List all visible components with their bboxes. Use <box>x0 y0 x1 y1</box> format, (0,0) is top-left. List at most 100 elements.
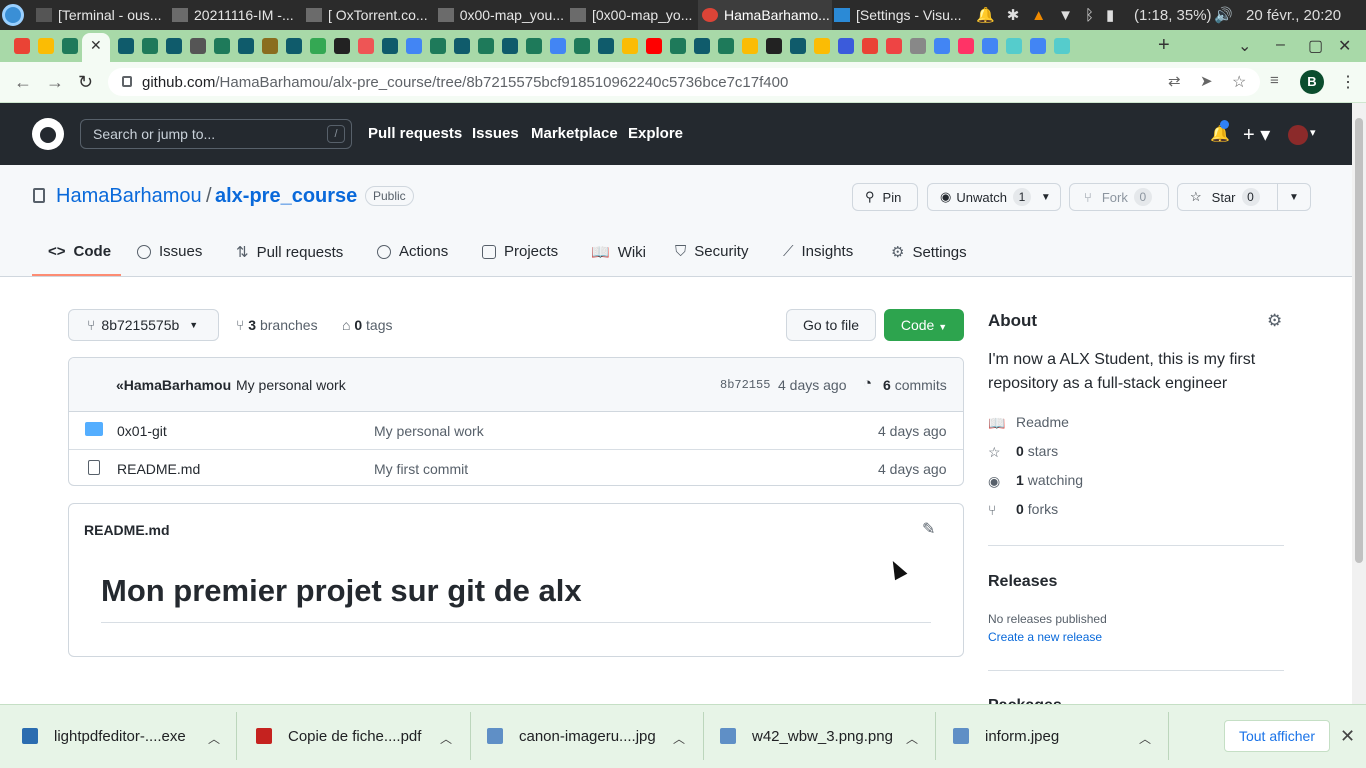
star-button[interactable]: ☆ Star 0 <box>1177 183 1278 211</box>
create-new-plus-icon[interactable]: + ▾ <box>1243 122 1270 147</box>
tab-favicon-slack-icon[interactable] <box>358 38 374 54</box>
chevron-up-icon[interactable]: ︿ <box>440 730 452 747</box>
github-logo-icon[interactable] <box>32 118 64 150</box>
forward-button[interactable]: → <box>46 72 64 93</box>
commit-author[interactable]: «HamaBarhamou <box>116 377 231 393</box>
tab-favicon-chrome-icon[interactable] <box>886 38 902 54</box>
repo-name-link[interactable]: alx-pre_course <box>215 185 357 208</box>
tab-favicon-alx-icon[interactable] <box>718 38 734 54</box>
tab-wiki[interactable]: 📖 Wiki <box>591 243 646 262</box>
file-name-link[interactable]: README.md <box>117 461 200 477</box>
download-item[interactable]: Copie de fiche....pdf ︿ <box>256 704 466 768</box>
readme-filename[interactable]: README.md <box>84 522 170 538</box>
tab-favicon-alx-icon[interactable] <box>430 38 446 54</box>
tab-favicon-google-icon[interactable] <box>862 38 878 54</box>
nav-explore[interactable]: Explore <box>628 125 683 142</box>
pin-button[interactable]: ⚲ Pin <box>852 183 918 211</box>
clock[interactable]: 20 févr., 20:20 <box>1246 0 1341 30</box>
tab-favicon-alx-icon[interactable] <box>526 38 542 54</box>
more-menu-icon[interactable]: ⋮ <box>1340 72 1356 92</box>
readme-link[interactable]: 📖 Readme <box>988 414 1069 431</box>
file-row[interactable]: 0x01-git My personal work 4 days ago <box>69 412 963 449</box>
branches-link[interactable]: ⑂ 3 branches <box>236 317 318 333</box>
file-commit-message[interactable]: My first commit <box>374 461 468 477</box>
tab-favicon-youtube-icon[interactable] <box>646 38 662 54</box>
tab-favicon-alx-icon[interactable] <box>118 38 134 54</box>
tab-favicon-whatsapp-icon[interactable] <box>310 38 326 54</box>
commits-link[interactable]: 6 commits <box>883 377 947 393</box>
tab-favicon-alx-icon[interactable] <box>574 38 590 54</box>
file-commit-message[interactable]: My personal work <box>374 423 484 439</box>
tab-favicon-cloud-icon[interactable] <box>1006 38 1022 54</box>
tab-favicon-alx-icon[interactable] <box>454 38 470 54</box>
tab-settings[interactable]: ⚙ Settings <box>891 243 967 262</box>
tab-favicon-alx-icon[interactable] <box>502 38 518 54</box>
download-item[interactable]: canon-imageru....jpg ︿ <box>487 704 697 768</box>
tab-favicon-drive-icon[interactable] <box>38 38 54 54</box>
address-bar[interactable]: github.com/HamaBarhamou/alx-pre_course/t… <box>108 68 1260 96</box>
os-window-tab-terminal[interactable]: [Terminal - ous... <box>36 0 166 30</box>
slack-icon[interactable]: ✱ <box>1007 6 1020 24</box>
tab-code[interactable]: <> Code <box>48 243 111 260</box>
nav-issues[interactable]: Issues <box>472 125 519 142</box>
tab-actions[interactable]: Actions <box>377 243 448 260</box>
os-window-tab-chrome[interactable]: HamaBarhamo... <box>698 0 832 30</box>
tab-favicon-drive-icon[interactable] <box>742 38 758 54</box>
tab-favicon-alx-icon[interactable] <box>694 38 710 54</box>
download-item[interactable]: lightpdfeditor-....exe ︿ <box>22 704 232 768</box>
tab-favicon-docs-icon[interactable] <box>550 38 566 54</box>
wifi-icon[interactable]: ▼ <box>1058 7 1073 24</box>
tab-favicon-generic-icon[interactable] <box>910 38 926 54</box>
tab-favicon-cloud-icon[interactable] <box>1054 38 1070 54</box>
app-launcher-icon[interactable] <box>2 4 24 26</box>
file-name-link[interactable]: 0x01-git <box>117 423 167 439</box>
tab-favicon-drive-icon[interactable] <box>814 38 830 54</box>
tab-insights[interactable]: ⟋ Insights <box>783 243 853 260</box>
tab-favicon-alx-icon[interactable] <box>286 38 302 54</box>
nav-pull-requests[interactable]: Pull requests <box>368 125 462 142</box>
chevron-up-icon[interactable]: ︿ <box>208 730 220 747</box>
reading-list-icon[interactable]: ≡ <box>1270 72 1279 89</box>
reload-button[interactable]: ↻ <box>78 72 93 93</box>
bookmark-star-icon[interactable]: ☆ <box>1232 72 1246 92</box>
nav-marketplace[interactable]: Marketplace <box>531 125 618 142</box>
tab-favicon-google-icon[interactable] <box>1030 38 1046 54</box>
os-window-tab-folder[interactable]: 20211116-IM -... <box>172 0 302 30</box>
tab-issues[interactable]: Issues <box>137 243 202 260</box>
tab-favicon-gmail-icon[interactable] <box>14 38 30 54</box>
tab-favicon-google-icon[interactable] <box>982 38 998 54</box>
translate-icon[interactable]: ⇄ <box>1168 72 1181 90</box>
close-window-button[interactable]: ✕ <box>1338 36 1351 56</box>
chevron-up-icon[interactable]: ︿ <box>673 730 685 747</box>
tab-favicon-app-icon[interactable] <box>838 38 854 54</box>
os-window-tab-vscode[interactable]: [Settings - Visu... <box>834 0 964 30</box>
tab-favicon-alx-icon[interactable] <box>214 38 230 54</box>
file-row[interactable]: README.md My first commit 4 days ago <box>69 449 963 485</box>
tab-search-chevron-icon[interactable]: ⌄ <box>1238 36 1251 56</box>
maximize-window-button[interactable]: ▢ <box>1308 36 1323 56</box>
user-avatar[interactable] <box>1288 125 1308 145</box>
forks-link[interactable]: ⑂ 0 forks <box>988 501 1058 518</box>
show-all-downloads-button[interactable]: Tout afficher <box>1224 720 1330 752</box>
bell-icon[interactable]: 🔔 <box>976 6 995 24</box>
fork-button[interactable]: ⑂ Fork 0 <box>1069 183 1169 211</box>
tab-favicon-alx-icon[interactable] <box>62 38 78 54</box>
send-icon[interactable]: ➤ <box>1200 72 1213 90</box>
back-button[interactable]: ← <box>14 72 32 93</box>
tab-favicon-alx-icon[interactable] <box>190 38 206 54</box>
watching-link[interactable]: ◉ 1 watching <box>988 472 1083 489</box>
download-item[interactable]: w42_wbw_3.png.png ︿ <box>720 704 930 768</box>
profile-avatar[interactable]: B <box>1300 70 1324 94</box>
chevron-up-icon[interactable]: ︿ <box>906 730 918 747</box>
tab-favicon-alx-icon[interactable] <box>478 38 494 54</box>
tab-close-icon[interactable]: ✕ <box>90 37 102 54</box>
commit-sha[interactable]: 8b72155 <box>720 378 770 392</box>
tab-favicon-google-icon[interactable] <box>382 38 398 54</box>
close-downloads-icon[interactable]: ✕ <box>1340 726 1355 747</box>
tab-pull-requests[interactable]: ⇅ Pull requests <box>236 243 343 262</box>
edit-pencil-icon[interactable]: ✎ <box>922 519 935 539</box>
tab-security[interactable]: ⛉ Security <box>675 243 748 260</box>
stars-link[interactable]: ☆ 0 stars <box>988 443 1058 460</box>
repo-owner-link[interactable]: HamaBarhamou <box>56 185 202 208</box>
volume-icon[interactable]: 🔊 <box>1214 0 1233 30</box>
